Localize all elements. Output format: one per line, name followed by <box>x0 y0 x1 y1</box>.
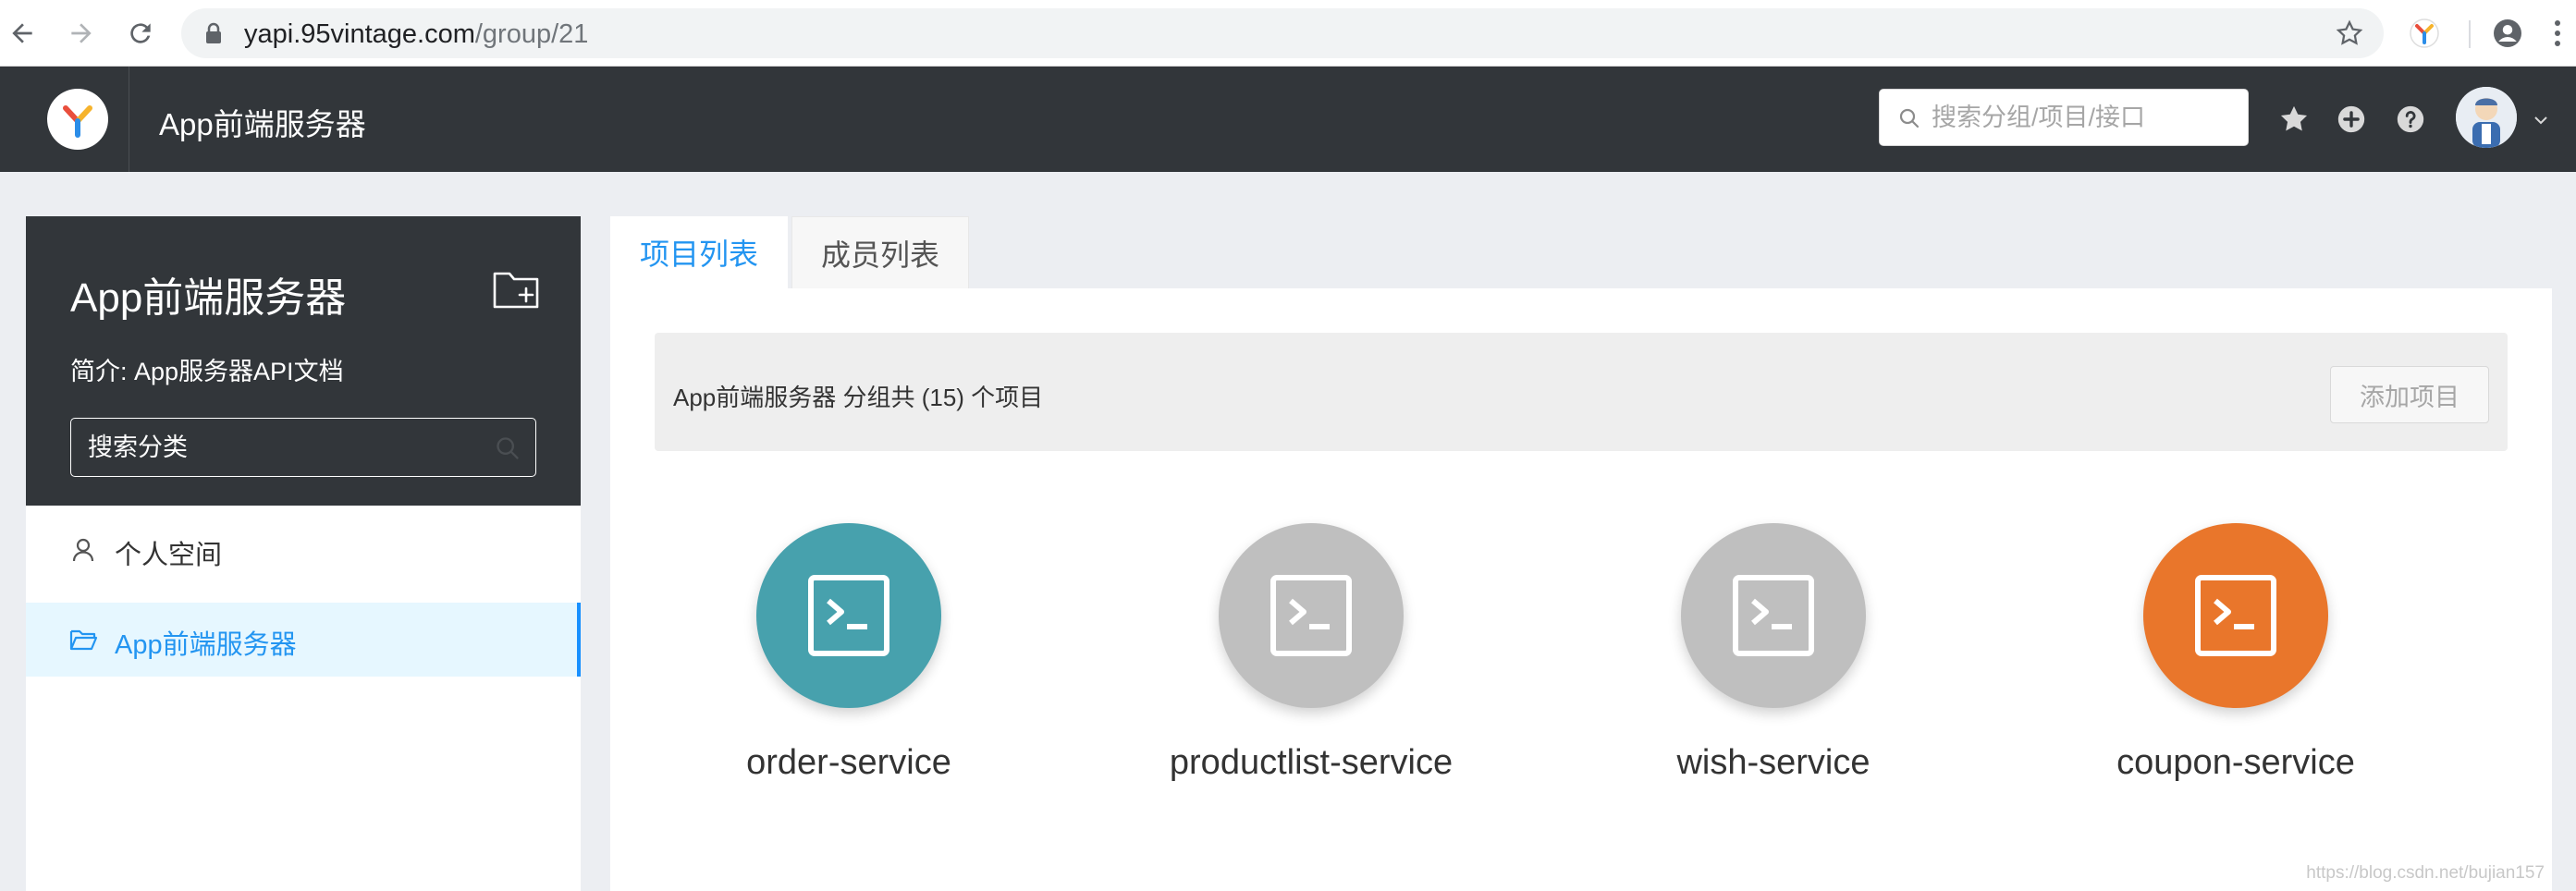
sidebar-item-personal-space[interactable]: 个人空间 <box>26 513 581 587</box>
terminal-icon <box>2195 575 2276 656</box>
project-card[interactable]: order-service <box>664 523 1034 800</box>
question-circle-icon <box>2397 105 2424 133</box>
project-list-panel: App前端服务器 分组共 (15) 个项目 添加项目 order-service… <box>610 288 2552 891</box>
terminal-icon <box>1270 575 1352 656</box>
forward-arrow-icon <box>71 23 92 43</box>
project-icon-circle <box>2143 523 2328 708</box>
category-search-input[interactable] <box>88 430 485 465</box>
group-info-panel: App前端服务器 简介: App服务器API文档 <box>26 216 581 506</box>
url-text: yapi.95vintage.com/group/21 <box>244 19 588 50</box>
more-vertical-icon <box>2555 20 2560 46</box>
project-icon-circle <box>1681 523 1866 708</box>
address-bar[interactable]: yapi.95vintage.com/group/21 <box>181 8 2384 58</box>
project-card[interactable]: wish-service <box>1589 523 1958 800</box>
star-button[interactable] <box>2271 96 2317 142</box>
project-name: wish-service <box>1676 743 1871 782</box>
toolbar-divider <box>2469 20 2471 48</box>
tab-member-list[interactable]: 成员列表 <box>791 216 969 288</box>
extension-logo-icon <box>2410 18 2439 48</box>
tab-project-list[interactable]: 项目列表 <box>610 216 788 288</box>
project-name: coupon-service <box>2116 743 2355 782</box>
avatar-dropdown-chevron-icon[interactable] <box>2532 111 2550 129</box>
reload-button[interactable] <box>120 13 161 54</box>
help-button[interactable] <box>2387 96 2434 142</box>
reload-icon <box>130 23 151 43</box>
project-count-text: App前端服务器 分组共 (15) 个项目 <box>673 384 1044 411</box>
forward-button[interactable] <box>61 13 102 54</box>
group-title: App前端服务器 <box>70 275 347 321</box>
yapi-logo <box>46 89 108 150</box>
project-card[interactable]: coupon-service <box>2051 523 2421 800</box>
group-sidebar: App前端服务器 简介: App服务器API文档 个人空间 App前端服务器 <box>26 216 581 891</box>
header-search-box[interactable] <box>1879 89 2249 146</box>
star-icon <box>2280 105 2308 131</box>
user-avatar[interactable] <box>2456 87 2517 148</box>
url-host: yapi.95vintage.com <box>244 19 475 49</box>
project-icon-circle <box>756 523 941 708</box>
sidebar-item-app-frontend-server[interactable]: App前端服务器 <box>26 603 581 677</box>
logo-link[interactable] <box>26 67 129 172</box>
add-project-button[interactable]: 添加项目 <box>2330 366 2489 423</box>
group-description: 简介: App服务器API文档 <box>70 358 344 385</box>
account-circle-icon <box>2494 19 2521 47</box>
app-header: App前端服务器 <box>0 67 2576 172</box>
project-icon-circle <box>1219 523 1404 708</box>
project-name: order-service <box>746 743 951 782</box>
yapi-logo-icon <box>62 105 92 138</box>
project-name: productlist-service <box>1169 743 1454 782</box>
lock-icon <box>206 22 221 43</box>
bookmark-star-icon[interactable] <box>2336 19 2363 47</box>
user-icon <box>72 538 94 562</box>
folder-open-icon <box>69 629 98 651</box>
yapi-extension-icon[interactable] <box>2404 13 2445 54</box>
project-card[interactable]: productlist-service <box>1126 523 1496 800</box>
add-button[interactable] <box>2328 96 2374 142</box>
back-button[interactable] <box>2 13 43 54</box>
browser-menu-button[interactable] <box>2537 13 2576 54</box>
plus-circle-icon <box>2337 105 2365 133</box>
terminal-icon <box>808 575 889 656</box>
back-arrow-icon <box>12 23 32 43</box>
project-summary-bar: App前端服务器 分组共 (15) 个项目 添加项目 <box>655 333 2508 451</box>
add-folder-icon[interactable] <box>492 268 540 311</box>
avatar-image <box>2456 87 2517 148</box>
sidebar-item-label: App前端服务器 <box>115 630 297 660</box>
profile-button[interactable] <box>2487 13 2528 54</box>
sidebar-item-label: 个人空间 <box>115 541 223 570</box>
category-search-box[interactable] <box>70 418 536 477</box>
search-icon <box>1899 108 1920 128</box>
watermark-text: https://blog.csdn.net/bujian157 <box>2306 863 2545 883</box>
url-path: /group/21 <box>474 19 589 49</box>
header-search-input[interactable] <box>1932 101 2237 134</box>
browser-toolbar: yapi.95vintage.com/group/21 <box>0 0 2576 67</box>
terminal-icon <box>1733 575 1814 656</box>
search-icon <box>497 437 519 459</box>
header-title: App前端服务器 <box>159 107 366 141</box>
